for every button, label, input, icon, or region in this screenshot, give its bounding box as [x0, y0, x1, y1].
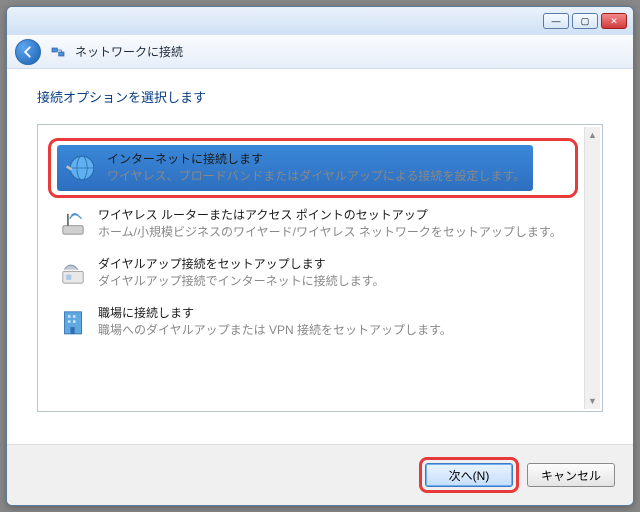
option-text: ワイヤレス ルーターまたはアクセス ポイントのセットアップ ホーム/小規模ビジネ…	[98, 207, 570, 241]
scroll-down-icon: ▼	[585, 393, 600, 409]
option-desc: 職場へのダイヤルアップまたは VPN 接続をセットアップします。	[98, 322, 570, 339]
content-area: 接続オプションを選択します インターネットに接続します ワイヤレス、ブロードバン…	[7, 69, 633, 444]
titlebar: — ▢ ✕	[7, 7, 633, 35]
option-internet-highlight-frame: インターネットに接続します ワイヤレス、ブロードバンドまたはダイヤルアップによる…	[48, 138, 578, 198]
router-icon	[56, 207, 90, 241]
cancel-button[interactable]: キャンセル	[527, 463, 615, 487]
globe-icon	[65, 151, 99, 185]
dialog-window: — ▢ ✕ ネットワークに接続 接続オプションを選択します インターネットに接続…	[6, 6, 634, 506]
option-desc: ダイヤルアップ接続でインターネットに接続します。	[98, 273, 570, 290]
option-title: インターネットに接続します	[107, 151, 525, 168]
network-icon	[49, 43, 67, 61]
option-wireless-router[interactable]: ワイヤレス ルーターまたはアクセス ポイントのセットアップ ホーム/小規模ビジネ…	[48, 201, 578, 247]
option-internet[interactable]: インターネットに接続します ワイヤレス、ブロードバンドまたはダイヤルアップによる…	[57, 145, 533, 191]
option-workplace[interactable]: 職場に接続します 職場へのダイヤルアップまたは VPN 接続をセットアップします…	[48, 299, 578, 345]
option-title: ワイヤレス ルーターまたはアクセス ポイントのセットアップ	[98, 207, 570, 224]
option-dialup[interactable]: ダイヤルアップ接続をセットアップします ダイヤルアップ接続でインターネットに接続…	[48, 250, 578, 296]
window-title: ネットワークに接続	[75, 43, 183, 60]
next-button-highlight-frame: 次へ(N)	[419, 457, 519, 493]
next-button-label: 次へ(N)	[449, 469, 490, 483]
option-text: 職場に接続します 職場へのダイヤルアップまたは VPN 接続をセットアップします…	[98, 305, 570, 339]
option-text: ダイヤルアップ接続をセットアップします ダイヤルアップ接続でインターネットに接続…	[98, 256, 570, 290]
option-desc: ワイヤレス、ブロードバンドまたはダイヤルアップによる接続を設定します。	[107, 168, 525, 185]
building-icon	[56, 305, 90, 339]
minimize-button[interactable]: —	[543, 13, 569, 29]
back-button[interactable]	[15, 39, 41, 65]
option-title: ダイヤルアップ接続をセットアップします	[98, 256, 570, 273]
header-bar: ネットワークに接続	[7, 35, 633, 69]
phone-modem-icon	[56, 256, 90, 290]
close-button[interactable]: ✕	[601, 13, 627, 29]
cancel-button-label: キャンセル	[541, 469, 601, 483]
page-heading: 接続オプションを選択します	[37, 87, 603, 106]
connection-options-list: インターネットに接続します ワイヤレス、ブロードバンドまたはダイヤルアップによる…	[37, 124, 603, 412]
option-text: インターネットに接続します ワイヤレス、ブロードバンドまたはダイヤルアップによる…	[107, 151, 525, 185]
scroll-up-icon: ▲	[585, 127, 600, 143]
scrollbar[interactable]: ▲ ▼	[584, 127, 600, 409]
option-desc: ホーム/小規模ビジネスのワイヤード/ワイヤレス ネットワークをセットアップします…	[98, 224, 570, 241]
option-title: 職場に接続します	[98, 305, 570, 322]
dialog-footer: 次へ(N) キャンセル	[7, 444, 633, 505]
window-system-buttons: — ▢ ✕	[543, 13, 627, 29]
next-button[interactable]: 次へ(N)	[425, 463, 513, 487]
maximize-button[interactable]: ▢	[572, 13, 598, 29]
arrow-left-icon	[21, 45, 35, 59]
